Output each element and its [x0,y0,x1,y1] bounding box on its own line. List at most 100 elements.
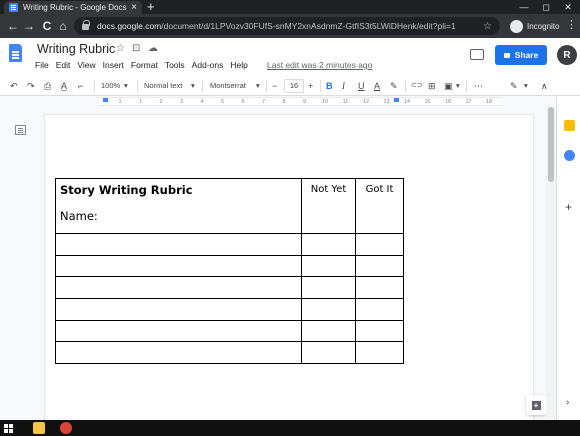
keep-icon[interactable] [564,120,575,131]
table-cell[interactable] [55,319,302,343]
paint-format-icon[interactable]: ⌐ [78,79,83,93]
comment-history-icon[interactable] [470,49,484,60]
font-select[interactable]: Montserrat [210,79,246,93]
more-options-icon[interactable]: ⋯ [474,79,483,93]
toolbar-divider [137,80,138,92]
ruler-number: 11 [342,99,349,105]
table-cell[interactable] [355,233,404,256]
menu-tools[interactable]: Tools [165,60,185,70]
rubric-table[interactable]: Story Writing Rubric Name: Not Yet Got I… [55,178,404,365]
table-cell-not-yet[interactable]: Not Yet [301,178,356,234]
chrome-icon[interactable] [60,422,72,434]
browser-menu-icon[interactable]: ⋮ [566,20,577,31]
table-cell[interactable] [301,298,356,321]
table-cell[interactable] [355,319,404,343]
windows-start-icon[interactable] [4,424,13,433]
star-icon[interactable]: ☆ [116,43,125,54]
forward-icon[interactable]: → [22,19,36,33]
tasks-icon[interactable] [564,150,575,161]
rubric-title: Story Writing Rubric [60,183,193,197]
right-indent-marker[interactable] [394,98,399,102]
text-color-button[interactable]: A [374,79,380,93]
menu-addons[interactable]: Add-ons [192,60,224,70]
menu-edit[interactable]: Edit [56,60,71,70]
table-cell[interactable] [355,254,404,278]
close-window-button[interactable]: ✕ [558,0,578,14]
bookmark-star-icon[interactable]: ☆ [483,21,492,32]
table-cell[interactable] [301,254,356,278]
table-cell-got-it[interactable]: Got It [355,178,404,234]
scrollbar-thumb[interactable] [548,107,554,182]
last-edit-link[interactable]: Last edit was 2 minutes ago [267,60,372,70]
incognito-badge[interactable]: Incognito [510,18,559,34]
menu-help[interactable]: Help [230,60,247,70]
new-tab-button[interactable]: + [147,0,155,14]
underline-button[interactable]: U [358,79,365,93]
insert-link-icon[interactable]: ⊂⊃ [411,79,423,93]
font-size-input[interactable]: 16 [284,79,304,93]
table-header-row: Story Writing Rubric Name: Not Yet Got I… [55,178,404,234]
get-addons-icon[interactable]: + [565,200,572,214]
vertical-scrollbar[interactable] [546,107,556,420]
table-cell[interactable] [301,276,356,300]
home-icon[interactable]: ⌂ [56,19,70,33]
undo-icon[interactable]: ↶ [10,79,18,93]
move-to-folder-icon[interactable]: ⊡ [132,43,140,54]
table-cell[interactable] [301,233,356,256]
ruler-number: 15 [424,99,431,105]
table-cell[interactable] [355,276,404,300]
back-icon[interactable]: ← [6,19,20,33]
ruler-number: 7 [261,99,266,105]
decrease-font-size-icon[interactable]: − [272,79,277,93]
toolbar-divider [266,80,267,92]
docs-logo-icon[interactable] [9,44,22,62]
table-cell[interactable] [55,254,302,278]
browser-tab[interactable]: Writing Rubric - Google Docs × [4,1,142,14]
highlight-icon[interactable]: ✎ [390,79,398,93]
file-explorer-icon[interactable] [33,422,45,434]
show-side-panel-icon[interactable]: › [566,396,569,410]
redo-icon[interactable]: ↷ [27,79,35,93]
share-button[interactable]: Share [495,45,547,65]
style-select[interactable]: Normal text [144,79,182,93]
document-title[interactable]: Writing Rubric [37,42,115,56]
table-cell[interactable] [355,298,404,321]
left-indent-marker[interactable] [103,98,108,102]
ruler-number: 9 [302,99,307,105]
bold-button[interactable]: B [326,79,333,93]
table-cell[interactable] [55,276,302,300]
print-icon[interactable]: ⎙ [44,79,51,93]
table-cell[interactable] [55,233,302,256]
table-cell[interactable] [301,341,356,365]
spellcheck-icon[interactable]: A̲ [61,79,67,93]
menu-file[interactable]: File [35,60,49,70]
side-panel: + › [556,96,580,420]
table-cell-title[interactable]: Story Writing Rubric Name: [55,178,302,234]
insert-image-icon[interactable]: ▣ [444,79,453,93]
editing-mode-icon[interactable]: ✎ [510,79,518,93]
menu-view[interactable]: View [77,60,95,70]
ruler-number: 14 [403,99,411,105]
menu-format[interactable]: Format [131,60,158,70]
italic-button[interactable]: I [342,79,345,93]
maximize-button[interactable]: ◻ [536,0,556,14]
tab-close-icon[interactable]: × [131,2,137,13]
table-cell[interactable] [355,341,404,365]
table-cell[interactable] [55,298,302,321]
account-avatar[interactable]: R [557,45,577,65]
menu-insert[interactable]: Insert [103,60,124,70]
explore-button[interactable]: + [526,395,546,415]
cloud-status-icon[interactable]: ☁ [148,43,158,54]
document-outline-icon[interactable] [15,125,26,135]
hide-menus-icon[interactable]: ∧ [541,79,548,93]
zoom-select[interactable]: 100% [101,79,120,93]
document-canvas: Story Writing Rubric Name: Not Yet Got I… [0,107,556,420]
increase-font-size-icon[interactable]: + [308,79,313,93]
table-cell[interactable] [301,319,356,343]
table-cell[interactable] [55,341,302,365]
minimize-button[interactable]: — [514,0,534,14]
address-bar[interactable]: docs.google.com/document/d/1LPVozv30FUfS… [74,17,500,35]
add-comment-icon[interactable]: ⊞ [428,79,436,93]
ruler[interactable]: 1 1 2 3 4 5 6 7 8 9 10 11 12 13 14 15 16 17 18 [98,97,503,106]
reload-icon[interactable]: C [40,19,54,33]
